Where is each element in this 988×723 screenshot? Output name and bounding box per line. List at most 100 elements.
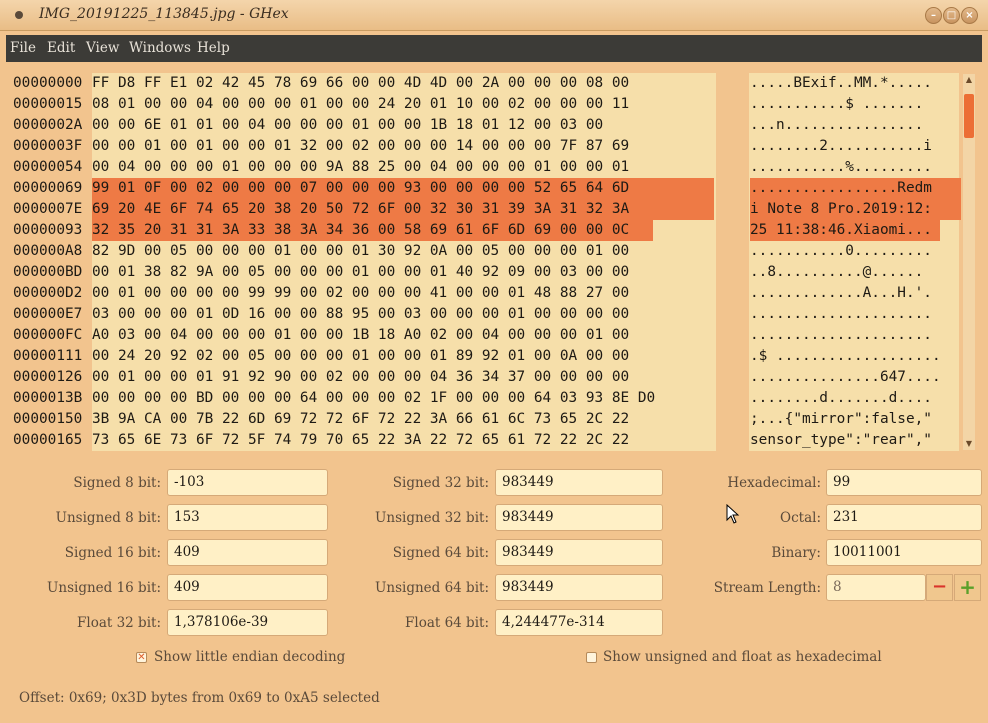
offset-label: 0000013B	[13, 390, 83, 406]
ascii-row[interactable]: 25 11:38:46.Xiaomi...	[750, 220, 932, 241]
little-endian-label[interactable]: Show little endian decoding	[154, 649, 345, 665]
ascii-row[interactable]: i Note 8 Pro.2019:12:	[750, 199, 932, 220]
ascii-row[interactable]: .................Redm	[750, 178, 932, 199]
little-endian-checkbox[interactable]: ✕	[136, 652, 147, 663]
scroll-down-icon[interactable]: ▼	[963, 438, 975, 450]
signed64-label: Signed 64 bit:	[392, 545, 489, 561]
scrollbar-thumb[interactable]	[964, 94, 974, 138]
ascii-row[interactable]: ...............647....	[750, 367, 941, 388]
signed8-field[interactable]: -103	[167, 469, 328, 496]
octal-label: Octal:	[780, 510, 821, 526]
maximize-icon[interactable]: □	[943, 7, 960, 24]
float64-label: Float 64 bit:	[405, 615, 489, 631]
ascii-row[interactable]: ...........$ .......	[750, 94, 923, 115]
signed32-field[interactable]: 983449	[495, 469, 663, 496]
menu-help[interactable]: Help	[197, 40, 230, 56]
menu-edit[interactable]: Edit	[47, 40, 75, 56]
unsigned8-field[interactable]: 153	[167, 504, 328, 531]
menu-windows[interactable]: Windows	[129, 40, 191, 56]
hex-row[interactable]: 73 65 6E 73 6F 72 5F 74 79 70 65 22 3A 2…	[92, 430, 629, 451]
hex-row[interactable]: 32 35 20 31 31 3A 33 38 3A 34 36 00 58 6…	[92, 220, 629, 241]
offset-label: 000000D2	[13, 285, 83, 301]
decrement-icon[interactable]: −	[926, 574, 953, 601]
menu-file[interactable]: File	[10, 40, 36, 56]
hex-row[interactable]: 00 01 00 00 01 91 92 90 00 02 00 00 00 0…	[92, 367, 629, 388]
ascii-row[interactable]: .....................	[750, 304, 932, 325]
ascii-row[interactable]: .....................	[750, 325, 932, 346]
unsigned32-field[interactable]: 983449	[495, 504, 663, 531]
signed32-label: Signed 32 bit:	[392, 475, 489, 491]
offset-label: 000000E7	[13, 306, 83, 322]
hex-row[interactable]: 00 04 00 00 00 01 00 00 00 9A 88 25 00 0…	[92, 157, 629, 178]
hex-row[interactable]: 00 24 20 92 02 00 05 00 00 00 01 00 00 0…	[92, 346, 629, 367]
increment-icon[interactable]: +	[954, 574, 981, 601]
ascii-row[interactable]: ...........0.........	[750, 241, 932, 262]
mouse-cursor-icon	[726, 504, 740, 524]
offset-label: 00000069	[13, 180, 83, 196]
unsigned32-label: Unsigned 32 bit:	[375, 510, 489, 526]
vertical-scrollbar[interactable]: ▲ ▼	[963, 74, 975, 450]
window-title: IMG_20191225_113845.jpg - GHex	[39, 6, 289, 22]
signed16-label: Signed 16 bit:	[64, 545, 161, 561]
ascii-row[interactable]: sensor_type":"rear","	[750, 430, 932, 451]
hex-row[interactable]: 00 00 01 00 01 00 00 01 32 00 02 00 00 0…	[92, 136, 629, 157]
hex-row[interactable]: 99 01 0F 00 02 00 00 00 07 00 00 00 93 0…	[92, 178, 629, 199]
hex-row[interactable]: 82 9D 00 05 00 00 00 01 00 00 01 30 92 0…	[92, 241, 629, 262]
octal-field[interactable]: 231	[826, 504, 982, 531]
unsigned16-label: Unsigned 16 bit:	[47, 580, 161, 596]
binary-label: Binary:	[771, 545, 821, 561]
close-icon[interactable]: ×	[961, 7, 978, 24]
hexadecimal-label: Hexadecimal:	[727, 475, 821, 491]
hex-row[interactable]: 03 00 00 00 01 0D 16 00 00 88 95 00 03 0…	[92, 304, 629, 325]
hex-row[interactable]: 00 00 6E 01 01 00 04 00 00 00 01 00 00 1…	[92, 115, 603, 136]
binary-field[interactable]: 10011001	[826, 539, 982, 566]
menu-bar: File Edit View Windows Help	[6, 35, 982, 62]
hex-row[interactable]: FF D8 FF E1 02 42 45 78 69 66 00 00 4D 4…	[92, 73, 629, 94]
ascii-row[interactable]: .$ ...................	[750, 346, 941, 367]
status-bar: Offset: 0x69; 0x3D bytes from 0x69 to 0x…	[19, 690, 380, 706]
offset-label: 00000093	[13, 222, 83, 238]
signed8-label: Signed 8 bit:	[73, 475, 161, 491]
float32-field[interactable]: 1,378106e-39	[167, 609, 328, 636]
hex-row[interactable]: 08 01 00 00 04 00 00 00 01 00 00 24 20 0…	[92, 94, 629, 115]
signed16-field[interactable]: 409	[167, 539, 328, 566]
menu-view[interactable]: View	[86, 40, 119, 56]
hex-row[interactable]: 69 20 4E 6F 74 65 20 38 20 50 72 6F 00 3…	[92, 199, 629, 220]
hex-editor[interactable]: 00000000 FF D8 FF E1 02 42 45 78 69 66 00…	[6, 62, 982, 452]
ascii-row[interactable]: ........d.......d....	[750, 388, 932, 409]
ascii-row[interactable]: ........2...........i	[750, 136, 932, 157]
offset-label: 0000007E	[13, 201, 83, 217]
unsigned8-label: Unsigned 8 bit:	[55, 510, 161, 526]
ascii-row[interactable]: ;...{"mirror":false,"	[750, 409, 932, 430]
stream-length-input[interactable]: 8	[826, 574, 926, 601]
unsigned64-label: Unsigned 64 bit:	[375, 580, 489, 596]
hex-row[interactable]: 3B 9A CA 00 7B 22 6D 69 72 72 6F 72 22 3…	[92, 409, 629, 430]
float64-field[interactable]: 4,244477e-314	[495, 609, 663, 636]
unsigned64-field[interactable]: 983449	[495, 574, 663, 601]
offset-label: 00000000	[13, 75, 83, 91]
ascii-row[interactable]: .....BExif..MM.*.....	[750, 73, 932, 94]
minimize-icon[interactable]: –	[925, 7, 942, 24]
hex-row[interactable]: 00 01 00 00 00 00 99 99 00 02 00 00 00 4…	[92, 283, 629, 304]
offset-label: 00000054	[13, 159, 83, 175]
ascii-row[interactable]: .............A...H.'.	[750, 283, 932, 304]
hexadecimal-field[interactable]: 99	[826, 469, 982, 496]
scroll-up-icon[interactable]: ▲	[963, 74, 975, 86]
ascii-row[interactable]: ..8..........@......	[750, 262, 923, 283]
hex-row[interactable]: 00 01 38 82 9A 00 05 00 00 00 01 00 00 0…	[92, 262, 629, 283]
ascii-row[interactable]: ...........%.........	[750, 157, 932, 178]
signed64-field[interactable]: 983449	[495, 539, 663, 566]
offset-label: 00000126	[13, 369, 83, 385]
hex-row[interactable]: A0 03 00 04 00 00 00 01 00 00 1B 18 A0 0…	[92, 325, 629, 346]
unsigned-hex-label[interactable]: Show unsigned and float as hexadecimal	[603, 649, 882, 665]
title-bar[interactable]: IMG_20191225_113845.jpg - GHex – □ ×	[0, 0, 988, 31]
offset-label: 00000015	[13, 96, 83, 112]
stream-length-label: Stream Length:	[713, 580, 821, 596]
ascii-row[interactable]: ...n................	[750, 115, 923, 136]
unsigned16-field[interactable]: 409	[167, 574, 328, 601]
hex-row[interactable]: 00 00 00 00 BD 00 00 00 64 00 00 00 02 1…	[92, 388, 655, 409]
unsigned-hex-checkbox[interactable]	[586, 652, 597, 663]
offset-label: 00000165	[13, 432, 83, 448]
offset-label: 0000003F	[13, 138, 83, 154]
window-menu-icon[interactable]	[15, 11, 23, 19]
